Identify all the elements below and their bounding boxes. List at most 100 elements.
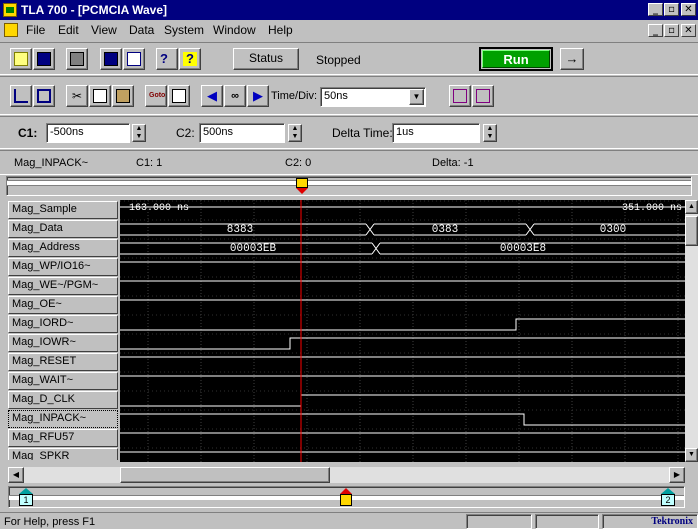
signal-name[interactable]: Mag_Data [8, 220, 118, 238]
signal-name[interactable]: Mag_RESET [8, 353, 118, 371]
close-button[interactable]: ✕ [681, 3, 696, 16]
question-icon: ? [183, 52, 197, 66]
vertical-scrollbar[interactable]: ▲ ▼ [685, 200, 698, 462]
copy-button[interactable] [89, 85, 111, 107]
zoom-in-button[interactable] [449, 85, 471, 107]
save-button[interactable] [33, 48, 55, 70]
delta-time-spinner[interactable]: ▲ ▼ [483, 124, 497, 142]
signal-name[interactable]: Mag_RFU57 [8, 429, 118, 447]
restore-button[interactable]: ▫ [664, 3, 679, 16]
overview-strip[interactable]: 1 2 [8, 486, 685, 508]
readout-c2: C2: 0 [285, 157, 312, 169]
signal-name[interactable]: Mag_WE~/PGM~ [8, 277, 118, 295]
signal-name[interactable]: Mag_WAIT~ [8, 372, 118, 390]
trigger-marker-icon[interactable] [340, 488, 352, 506]
doc-close-button[interactable]: ✕ [681, 24, 696, 37]
zoom-out-icon [476, 89, 490, 103]
waveform-display[interactable]: -163.000 ns 351.000 ns 8383 0383 0300 00… [120, 200, 685, 462]
minimize-button[interactable]: _ [648, 3, 663, 16]
print-button[interactable] [66, 48, 88, 70]
signal-name[interactable]: Mag_D_CLK [8, 391, 118, 409]
signal-name[interactable]: Mag_OE~ [8, 296, 118, 314]
menu-data[interactable]: Data [129, 23, 154, 37]
scroll-down-icon[interactable]: ▼ [685, 448, 698, 462]
brand-logo: Tektronix [602, 514, 698, 529]
doc-minimize-button[interactable]: _ [648, 24, 663, 37]
context-help-button[interactable]: ? [156, 48, 178, 70]
help-status-text: For Help, press F1 [4, 516, 96, 528]
status-button[interactable]: Status [233, 48, 299, 70]
help-button[interactable]: ? [179, 48, 201, 70]
cut-button[interactable]: ✂ [66, 85, 88, 107]
menu-help[interactable]: Help [268, 23, 293, 37]
signal-list: Mag_Sample Mag_Data Mag_Address Mag_WP/I… [8, 200, 118, 460]
cursor-marker-icon[interactable] [296, 178, 308, 194]
run-mode-button[interactable]: → [560, 48, 584, 70]
signal-name-selected[interactable]: Mag_INPACK~ [8, 410, 118, 428]
cursor-readout: Mag_INPACK~ C1: 1 C2: 0 Delta: -1 [0, 150, 698, 174]
folder-open-icon [14, 52, 28, 66]
add-signal-button[interactable] [10, 85, 32, 107]
add-group-button[interactable] [33, 85, 55, 107]
spin-up-icon[interactable]: ▲ [289, 125, 301, 133]
spin-down-icon[interactable]: ▼ [484, 133, 496, 141]
signal-name[interactable]: Mag_Sample [8, 201, 118, 219]
spin-up-icon[interactable]: ▲ [484, 125, 496, 133]
cursor-toolbar: C1: -500ns ▲ ▼ C2: 500ns ▲ ▼ Delta Time: 1… [0, 116, 698, 148]
scroll-left-icon[interactable]: ◀ [8, 467, 24, 483]
signal-name[interactable]: Mag_IORD~ [8, 315, 118, 333]
delta-time-label: Delta Time: [332, 126, 393, 140]
signal-name[interactable]: Mag_IOWR~ [8, 334, 118, 352]
run-button[interactable]: Run [482, 50, 550, 68]
menu-window[interactable]: Window [213, 23, 256, 37]
c1-spinner[interactable]: ▲ ▼ [132, 124, 146, 142]
document-icon[interactable] [4, 23, 18, 37]
new-data-button[interactable] [123, 48, 145, 70]
delta-time-input[interactable]: 1us [392, 123, 480, 143]
properties-icon [172, 89, 186, 103]
acquisition-status: Stopped [316, 53, 361, 67]
doc-restore-button[interactable]: ▫ [664, 24, 679, 37]
c1-input[interactable]: -500ns [46, 123, 130, 143]
timediv-select[interactable]: 50ns ▼ [320, 87, 426, 107]
spin-up-icon[interactable]: ▲ [133, 125, 145, 133]
cursor-track [6, 176, 692, 196]
c1-marker-icon[interactable]: 1 [19, 488, 33, 506]
c2-marker-icon[interactable]: 2 [661, 488, 675, 506]
app-icon[interactable] [3, 3, 17, 17]
scroll-thumb[interactable] [685, 216, 698, 246]
new-window-button[interactable] [100, 48, 122, 70]
menu-view[interactable]: View [91, 23, 117, 37]
c2-spinner[interactable]: ▲ ▼ [288, 124, 302, 142]
search-button[interactable]: ∞ [224, 85, 246, 107]
chevron-down-icon[interactable]: ▼ [409, 89, 424, 105]
search-backward-button[interactable]: ◀ [201, 85, 223, 107]
scroll-right-icon[interactable]: ▶ [669, 467, 685, 483]
arrow-question-icon: ? [160, 51, 168, 66]
waveform-toolbar: ✂ Goto ◀ ∞ ▶ Time/Div: 50ns ▼ [0, 76, 698, 114]
status-pane [535, 514, 599, 529]
trace-bit [120, 413, 685, 426]
goto-button[interactable]: Goto [145, 85, 167, 107]
menu-file[interactable]: File [26, 23, 45, 37]
spin-down-icon[interactable]: ▼ [133, 133, 145, 141]
paste-button[interactable] [112, 85, 134, 107]
signal-name[interactable]: Mag_SPKR [8, 448, 118, 460]
open-button[interactable] [10, 48, 32, 70]
zoom-out-button[interactable] [472, 85, 494, 107]
search-forward-button[interactable]: ▶ [247, 85, 269, 107]
scroll-up-icon[interactable]: ▲ [685, 200, 698, 214]
menu-system[interactable]: System [164, 23, 204, 37]
menu-edit[interactable]: Edit [58, 23, 79, 37]
arrow-left-icon: ◀ [207, 88, 217, 103]
printer-icon [70, 52, 84, 66]
h-scroll-thumb[interactable] [120, 467, 330, 483]
c2-input[interactable]: 500ns [199, 123, 285, 143]
signal-name[interactable]: Mag_Address [8, 239, 118, 257]
signal-name[interactable]: Mag_WP/IO16~ [8, 258, 118, 276]
binoculars-icon: ∞ [231, 90, 239, 102]
main-toolbar: ? ? Status Stopped Run → [0, 42, 698, 74]
horizontal-scrollbar[interactable]: ◀ ▶ [8, 467, 685, 483]
properties-button[interactable] [168, 85, 190, 107]
spin-down-icon[interactable]: ▼ [289, 133, 301, 141]
